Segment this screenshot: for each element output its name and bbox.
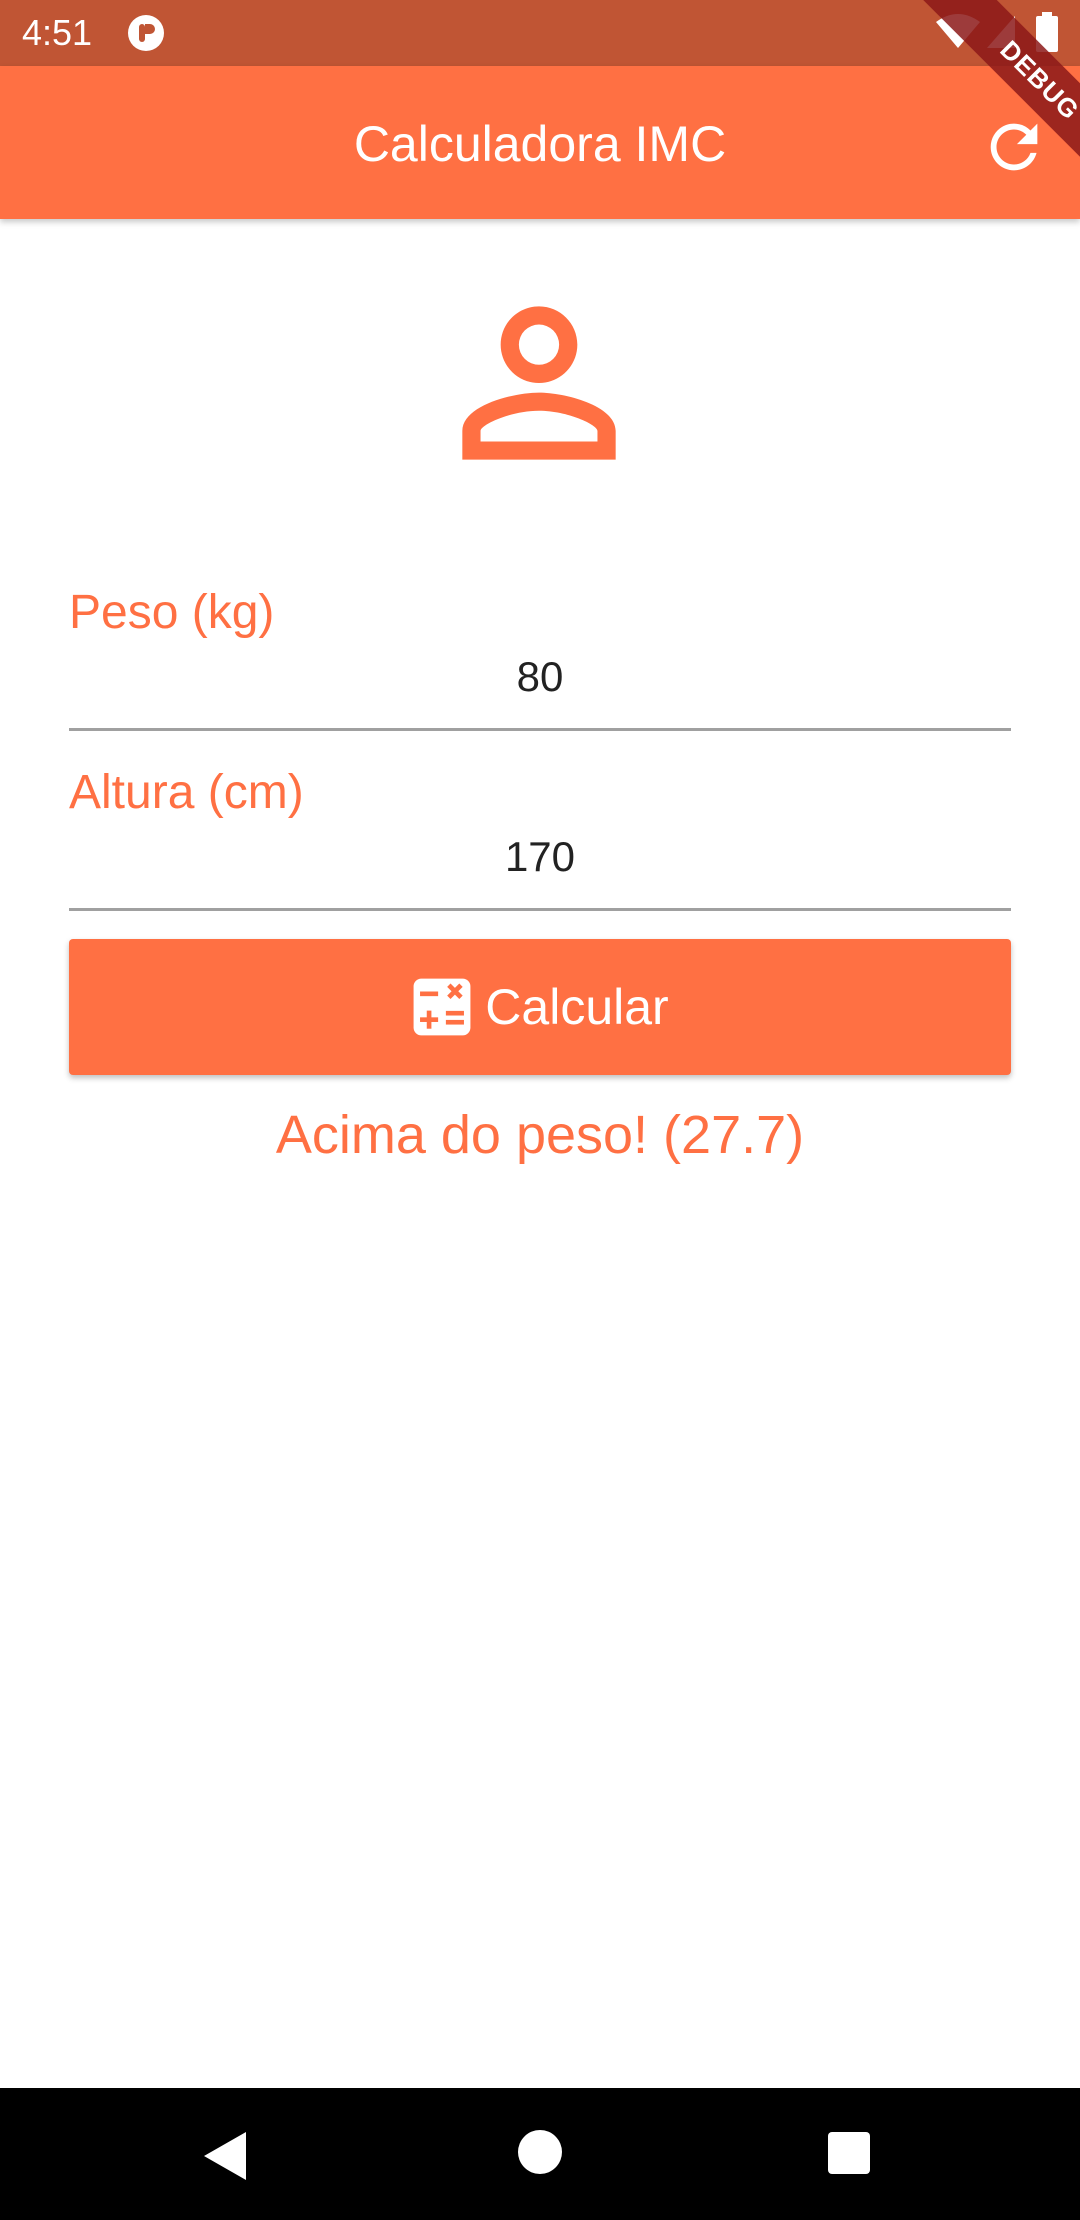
refresh-icon (990, 123, 1038, 171)
height-field: Altura (cm) (69, 760, 1011, 912)
refresh-button[interactable] (979, 112, 1049, 182)
calculate-button-label: Calcular (485, 979, 669, 1035)
navigation-bar (0, 2088, 1080, 2220)
status-bar: 4:51 (0, 0, 1080, 66)
result-text: Acima do peso! (27.7) (275, 1105, 805, 1165)
home-icon[interactable] (518, 2130, 562, 2174)
height-label: Altura (cm) (69, 766, 304, 819)
screen: 4:51 Calculadora IMC DEBUG Peso (kg) 80 … (0, 0, 1080, 2220)
calculator-icon (413, 978, 471, 1036)
weight-underline (69, 728, 1011, 731)
back-icon[interactable] (200, 2128, 250, 2184)
calculate-button[interactable]: Calcular (69, 939, 1011, 1075)
app-title: Calculadora IMC (353, 116, 727, 172)
person-icon (462, 306, 616, 460)
app-bar: Calculadora IMC (0, 66, 1080, 219)
weight-label: Peso (kg) (69, 586, 275, 639)
height-underline (69, 908, 1011, 911)
recents-icon[interactable] (828, 2132, 870, 2174)
weight-field: Peso (kg) (69, 580, 1011, 732)
app-notification-icon (128, 15, 164, 51)
weight-input[interactable] (69, 642, 1011, 712)
status-time: 4:51 (22, 12, 93, 53)
height-input[interactable] (69, 822, 1011, 892)
